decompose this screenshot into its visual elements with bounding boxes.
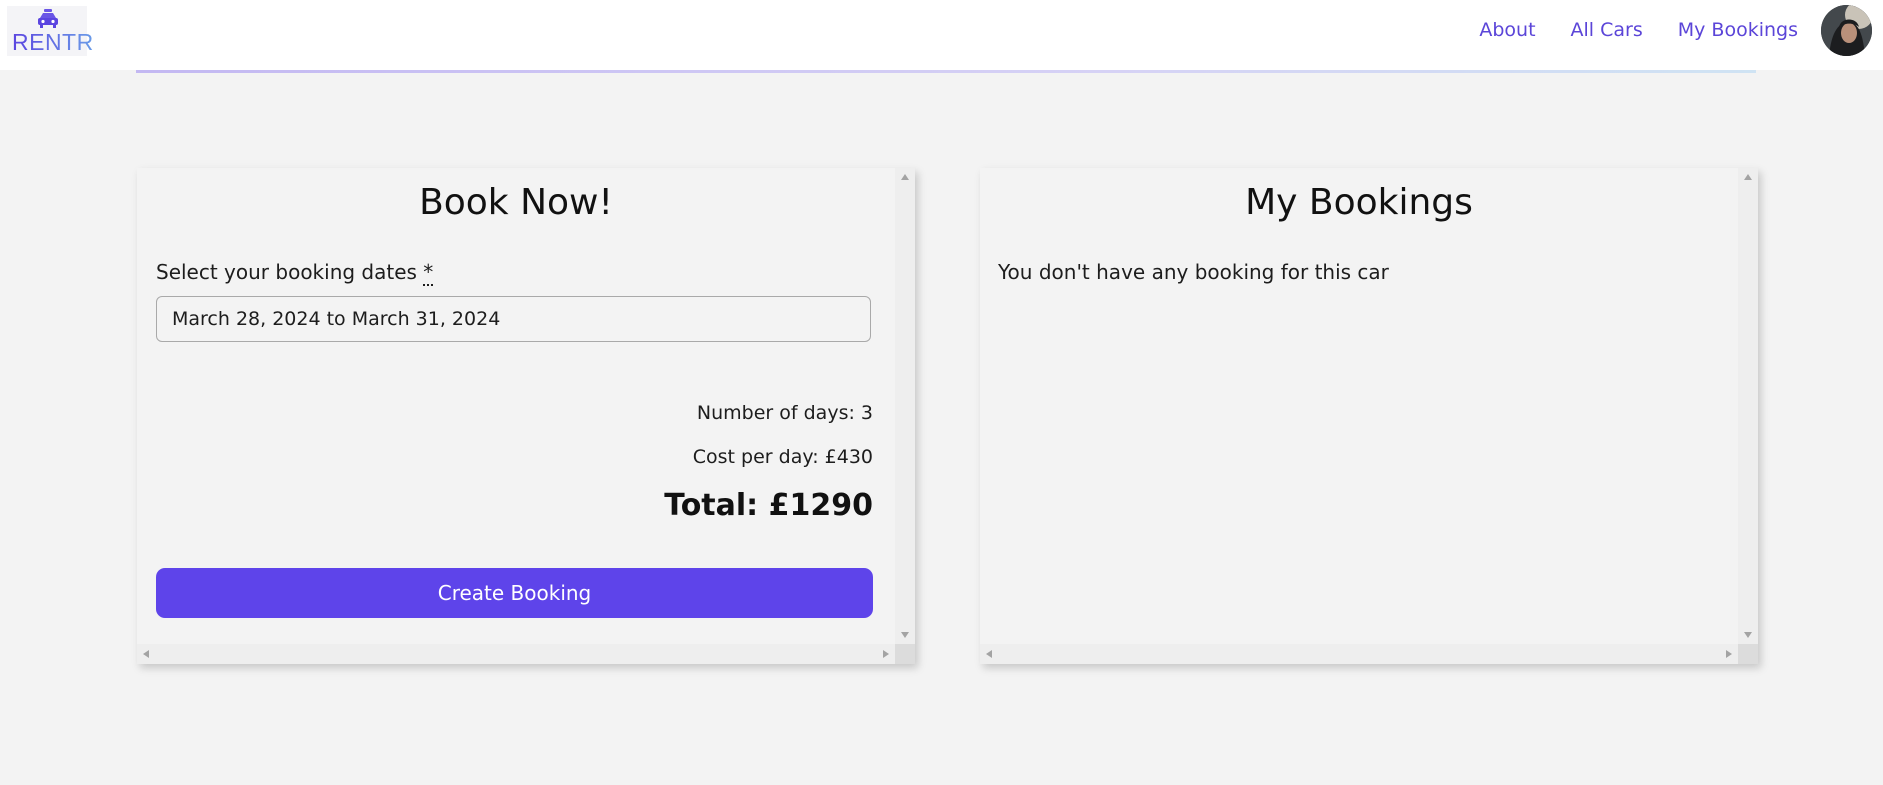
required-marker: * [423,260,434,286]
my-bookings-panel: My Bookings You don't have any booking f… [980,168,1758,664]
booking-dates-label: Select your booking dates * [156,260,434,286]
nav-link-my-bookings[interactable]: My Bookings [1678,19,1798,41]
scroll-down-icon[interactable] [901,632,909,638]
my-bookings-title: My Bookings [1245,182,1473,223]
user-avatar[interactable] [1821,5,1872,56]
nav-link-about[interactable]: About [1479,19,1535,41]
scroll-left-icon[interactable] [143,650,149,658]
create-booking-button[interactable]: Create Booking [156,568,873,618]
scroll-left-icon[interactable] [986,650,992,658]
booking-dates-label-text: Select your booking dates [156,260,417,284]
book-now-panel: Book Now! Select your booking dates * Nu… [137,168,915,664]
cost-per-day: Cost per day: £430 [692,446,873,468]
header-accent-line [136,70,1756,73]
book-now-title: Book Now! [419,182,613,223]
scroll-up-icon[interactable] [901,174,909,180]
horizontal-scrollbar[interactable] [137,644,895,664]
user-photo-icon [1821,5,1872,56]
scroll-right-icon[interactable] [883,650,889,658]
booking-dates-input[interactable] [156,296,871,342]
vertical-scrollbar[interactable] [1738,168,1758,644]
scrollbar-corner [1738,644,1758,664]
car-icon [38,9,58,28]
top-navbar: RENTR About All Cars My Bookings [0,0,1883,70]
main-nav: About All Cars My Bookings [1479,19,1798,41]
scroll-right-icon[interactable] [1726,650,1732,658]
booking-total: Total: £1290 [664,488,873,523]
vertical-scrollbar[interactable] [895,168,915,644]
number-of-days: Number of days: 3 [696,402,873,424]
scrollbar-corner [895,644,915,664]
nav-link-all-cars[interactable]: All Cars [1571,19,1643,41]
scroll-down-icon[interactable] [1744,632,1752,638]
scroll-up-icon[interactable] [1744,174,1752,180]
logo-text: RENTR [12,29,94,55]
no-bookings-message: You don't have any booking for this car [998,260,1389,284]
horizontal-scrollbar[interactable] [980,644,1738,664]
rentr-logo[interactable]: RENTR [7,6,93,56]
